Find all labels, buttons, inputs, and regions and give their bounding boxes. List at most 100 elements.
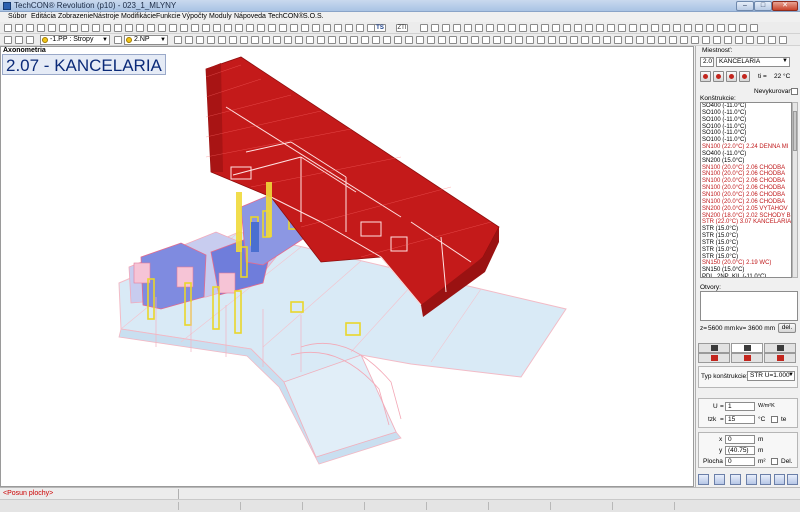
del-checkbox[interactable]	[771, 458, 778, 465]
constructions-scrollbar[interactable]	[792, 102, 798, 278]
main-tool-icon-31[interactable]	[334, 24, 342, 32]
main-tool-icon-13[interactable]	[136, 24, 144, 32]
floor-tool-icon-20[interactable]	[339, 36, 347, 44]
main-tool-icon-53[interactable]	[618, 24, 626, 32]
main-tool-icon-2[interactable]	[15, 24, 23, 32]
room-add-button[interactable]	[700, 71, 711, 82]
diagonal-tool-icon[interactable]	[774, 474, 785, 485]
floor-tool-icon-44[interactable]	[603, 36, 611, 44]
main-tool-icon-21[interactable]	[224, 24, 232, 32]
main-tool-icon-30[interactable]	[323, 24, 331, 32]
main-tool-icon-25[interactable]	[268, 24, 276, 32]
floor-tool-icon-59[interactable]	[768, 36, 776, 44]
main-tool-icon-45[interactable]	[530, 24, 538, 32]
construction-row[interactable]: SN200 (18.0°C) 2.02 SCHODY B	[701, 213, 791, 220]
construction-row[interactable]: SN100 (20.0°C) 2.06 CHODBA	[701, 199, 791, 206]
floor-tool-icon-45[interactable]	[614, 36, 622, 44]
main-tool-icon-9[interactable]	[92, 24, 100, 32]
floor-tool-icon-16[interactable]	[295, 36, 303, 44]
main-tool-icon-18[interactable]	[191, 24, 199, 32]
construction-row[interactable]: SO100 (-11.0°C)	[701, 110, 791, 117]
main-tool-icon-10[interactable]	[103, 24, 111, 32]
floor-tool-icon-50[interactable]	[669, 36, 677, 44]
main-tool-icon-11[interactable]	[114, 24, 122, 32]
floor-tool-icon-33[interactable]	[482, 36, 490, 44]
area-value-field[interactable]: 0	[725, 457, 755, 466]
main-tool-icon-41[interactable]	[486, 24, 494, 32]
floor-tool-icon-55[interactable]	[724, 36, 732, 44]
main-tool-icon-47[interactable]	[552, 24, 560, 32]
floor-tool-icon-24[interactable]	[383, 36, 391, 44]
main-tool-icon-12[interactable]	[125, 24, 133, 32]
floor-tool-icon-34[interactable]	[493, 36, 501, 44]
main-tool-icon-52[interactable]	[607, 24, 615, 32]
floor-tool-icon-31[interactable]	[460, 36, 468, 44]
floor-tool-icon-6[interactable]	[185, 36, 193, 44]
construction-row[interactable]: SO100 (-11.0°C)	[701, 137, 791, 144]
main-tool-icon-35[interactable]	[420, 24, 428, 32]
construction-row[interactable]: SO100 (-11.0°C)	[701, 130, 791, 137]
menu-vypocty[interactable]: Výpočty	[182, 12, 207, 22]
main-tool-icon-39[interactable]	[464, 24, 472, 32]
construction-row[interactable]: SN100 (20.0°C) 2.06 CHODBA	[701, 185, 791, 192]
construction-row[interactable]: SN150 (15.0°C)	[701, 267, 791, 274]
floor-tool-icon-43[interactable]	[592, 36, 600, 44]
floor-select[interactable]: -1.PP : Stropy ▼	[40, 35, 110, 45]
floor-tool-icon-37[interactable]	[526, 36, 534, 44]
floor-tool-icon-39[interactable]	[548, 36, 556, 44]
construction-row[interactable]: PDL_2NP_KIL (-11.0°C)	[701, 274, 791, 277]
del-button[interactable]: del.	[778, 323, 796, 333]
main-tool-icon-27[interactable]	[290, 24, 298, 32]
floor-tool-icon-26[interactable]	[405, 36, 413, 44]
construction-row[interactable]: STR (15.0°C)	[701, 247, 791, 254]
main-tool-icon-44[interactable]	[519, 24, 527, 32]
floor-tool-icon-19[interactable]	[328, 36, 336, 44]
floor-tool-icon-9[interactable]	[218, 36, 226, 44]
y-value-field[interactable]: (40.75)	[725, 446, 755, 455]
room-copy-button[interactable]	[726, 71, 737, 82]
floor-tool-icon-22[interactable]	[361, 36, 369, 44]
main-tool-icon-42[interactable]	[497, 24, 505, 32]
floor-tool-icon-53[interactable]	[702, 36, 710, 44]
floor-tool-icon-56[interactable]	[735, 36, 743, 44]
calc-icon[interactable]	[714, 474, 725, 485]
floor-tool-icon-23[interactable]	[372, 36, 380, 44]
main-tool-icon-19[interactable]	[202, 24, 210, 32]
floor-tool-icon-36[interactable]	[515, 36, 523, 44]
floor-tool-icon-41[interactable]	[570, 36, 578, 44]
construction-row[interactable]: STR (15.0°C)	[701, 254, 791, 261]
floor-tool-icon-30[interactable]	[449, 36, 457, 44]
construction-row[interactable]: SO100 (-11.0°C)	[701, 124, 791, 131]
main-tool-icon-4[interactable]	[37, 24, 45, 32]
main-tool-icon-50[interactable]	[585, 24, 593, 32]
floor-tool-icon-13[interactable]	[262, 36, 270, 44]
menu-moduly[interactable]: Moduly	[209, 12, 232, 22]
openings-list[interactable]	[700, 291, 798, 321]
main-tool-icon-62[interactable]	[717, 24, 725, 32]
floor-tool-icon-29[interactable]	[438, 36, 446, 44]
main-tool-icon-38[interactable]	[453, 24, 461, 32]
axonometric-viewport[interactable]: Axonometria 2.07 - KANCELARIA	[0, 46, 694, 487]
main-tool-icon-15[interactable]	[158, 24, 166, 32]
menu-editacia[interactable]: Editácia	[31, 12, 56, 22]
main-tool-icon-63[interactable]	[728, 24, 736, 32]
menu-subor[interactable]: Súbor	[8, 12, 27, 22]
floor-tool-icon-48[interactable]	[647, 36, 655, 44]
main-tool-icon-28[interactable]	[301, 24, 309, 32]
main-tool-icon-49[interactable]	[574, 24, 582, 32]
floor-tool-icon-46[interactable]	[625, 36, 633, 44]
main-tool-icon-65[interactable]	[750, 24, 758, 32]
ts-tool-button[interactable]: TS	[374, 24, 386, 32]
tab-ceiling[interactable]	[764, 353, 796, 363]
scrollbar-thumb[interactable]	[793, 111, 797, 151]
floor-tool-icon-40[interactable]	[559, 36, 567, 44]
chevron-down-icon[interactable]: ▼	[782, 58, 788, 64]
construction-row[interactable]: SO400 (-11.0°C)	[701, 103, 791, 110]
zoom-icon[interactable]	[698, 474, 709, 485]
list-icon[interactable]	[746, 474, 757, 485]
construction-row[interactable]: SN100 (20.0°C) 2.06 CHODBA	[701, 165, 791, 172]
construction-row[interactable]: SN200 (20.0°C) 2.05 VYTAHOV	[701, 206, 791, 213]
main-tool-icon-40[interactable]	[475, 24, 483, 32]
floor-tool-icon-1[interactable]	[4, 36, 12, 44]
main-tool-icon-29[interactable]	[312, 24, 320, 32]
